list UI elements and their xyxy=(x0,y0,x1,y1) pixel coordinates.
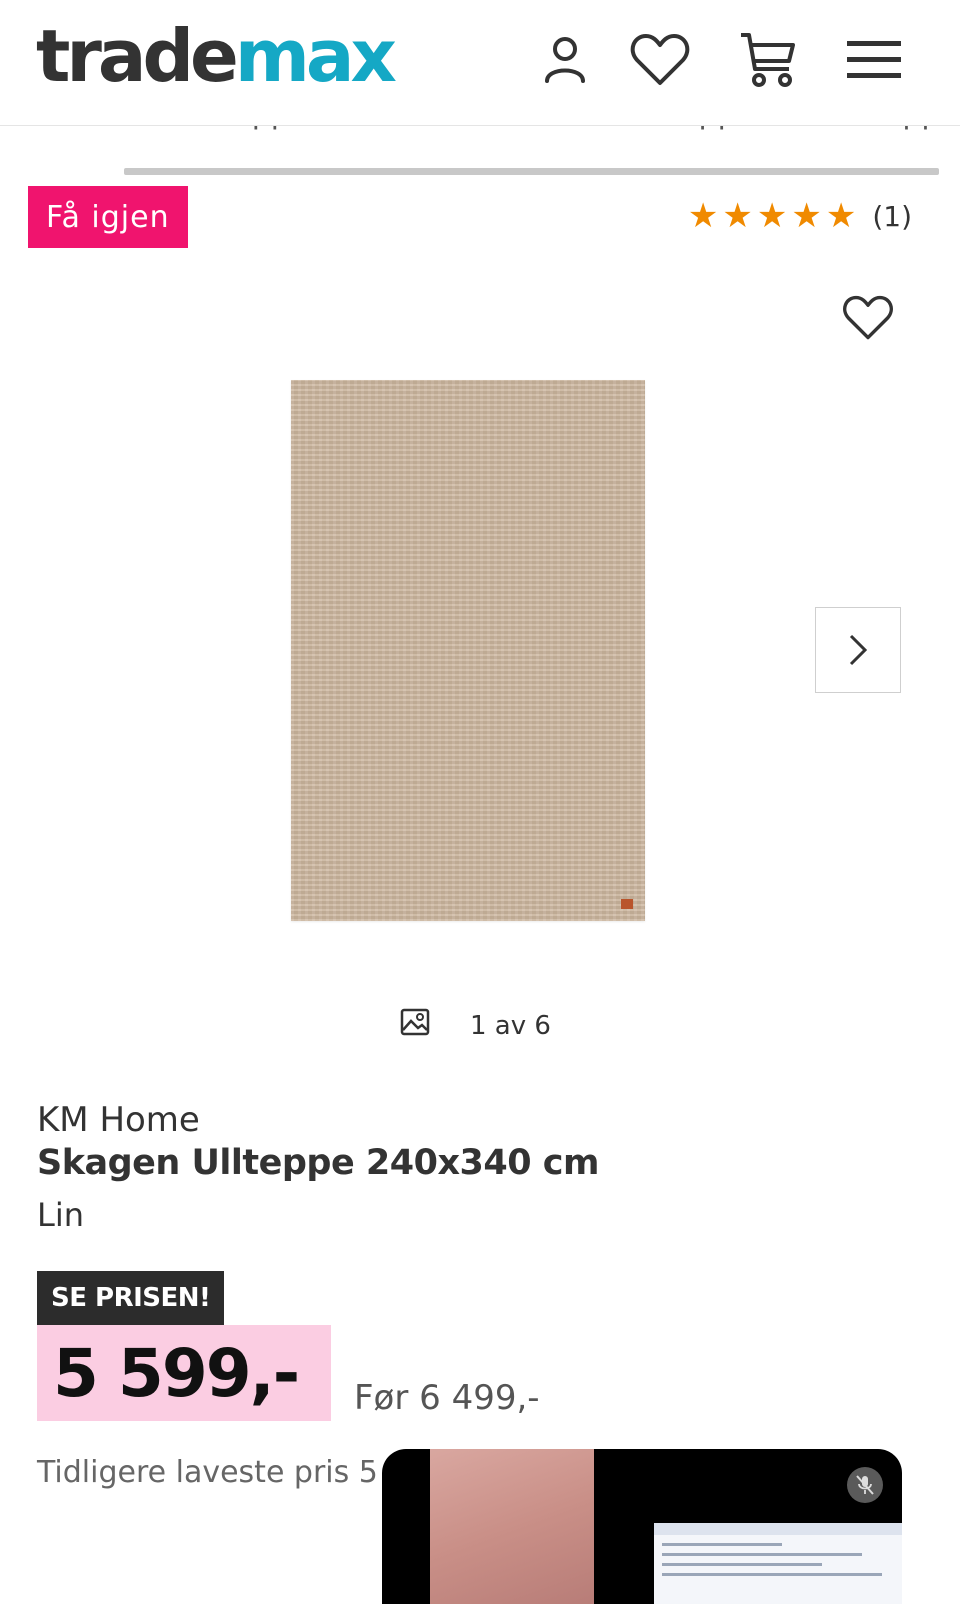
previous-price: Før 6 499,- xyxy=(354,1378,540,1418)
menu-icon[interactable] xyxy=(844,30,904,90)
star-icon: ★ xyxy=(722,196,753,236)
rug-label-tag xyxy=(621,899,633,909)
product-variant: Lin xyxy=(37,1196,84,1234)
product-title: Skagen Ullteppe 240x340 cm xyxy=(37,1143,600,1183)
breadcrumb-scrollbar[interactable] xyxy=(124,168,939,175)
star-icon: ★ xyxy=(687,196,719,236)
logo-part-trade: trade xyxy=(36,14,239,98)
add-to-wishlist-button[interactable] xyxy=(838,288,898,348)
video-call-overlay[interactable] xyxy=(382,1449,902,1604)
mic-off-icon[interactable] xyxy=(847,1467,883,1503)
product-brand[interactable]: KM Home xyxy=(37,1100,200,1140)
logo-part-max: max xyxy=(234,14,397,98)
thumbnail-tab-bar xyxy=(654,1523,902,1535)
image-counter: 1 av 6 xyxy=(400,1008,551,1043)
heart-icon xyxy=(843,295,893,340)
current-price: 5 599,- xyxy=(53,1334,300,1412)
wishlist-heart-icon[interactable] xyxy=(630,30,690,90)
lowest-price-note: Tidligere laveste pris 5 5 xyxy=(37,1455,407,1490)
user-icon[interactable] xyxy=(535,30,595,90)
rating-count: (1) xyxy=(872,199,912,233)
site-header: trademax xyxy=(0,0,960,126)
image-counter-text: 1 av 6 xyxy=(470,1010,551,1041)
cashback-badge: Få igjen xyxy=(28,186,188,248)
star-icon: ★ xyxy=(791,196,822,236)
chevron-right-icon xyxy=(849,634,868,666)
shared-screen-thumbnail xyxy=(654,1523,902,1604)
product-rating[interactable]: ★ ★ ★ ★ ★ (1) xyxy=(688,196,912,236)
image-icon xyxy=(400,1008,430,1043)
trademax-logo[interactable]: trademax xyxy=(36,14,397,98)
thumbnail-line xyxy=(662,1573,882,1576)
thumbnail-line xyxy=(662,1563,822,1566)
star-icon: ★ xyxy=(825,196,857,236)
cart-icon[interactable] xyxy=(738,30,798,90)
star-icon: ★ xyxy=(756,196,788,236)
next-image-button[interactable] xyxy=(815,607,901,693)
price-box: 5 599,- xyxy=(37,1325,331,1421)
promo-label: SE PRISEN! xyxy=(37,1271,225,1325)
video-feed xyxy=(430,1449,594,1604)
thumbnail-line xyxy=(662,1553,862,1556)
thumbnail-line xyxy=(662,1543,782,1546)
product-image[interactable] xyxy=(291,380,645,921)
